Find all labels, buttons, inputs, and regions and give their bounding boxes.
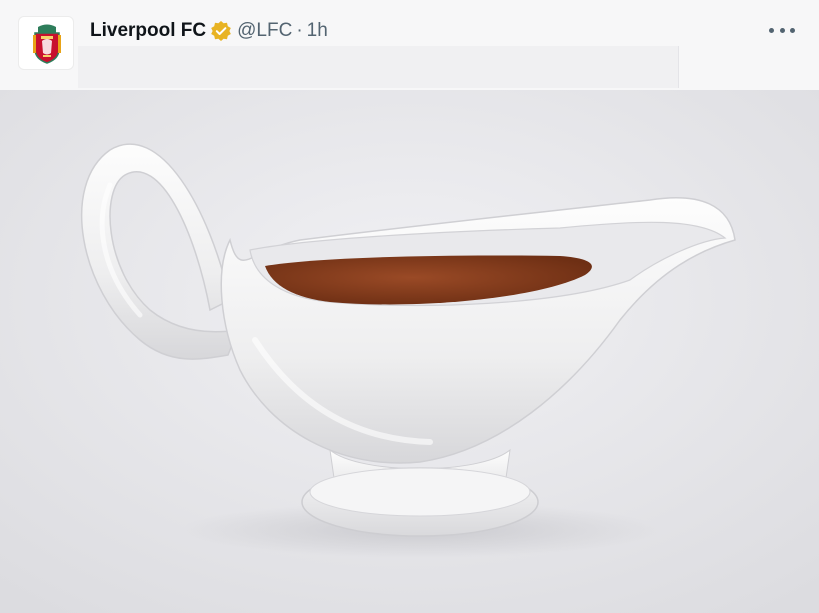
lfc-crest-icon xyxy=(33,24,61,64)
gravy-boat-image xyxy=(0,90,819,613)
post-media[interactable] xyxy=(0,90,819,613)
verified-badge-icon xyxy=(210,20,232,42)
separator-dot: · xyxy=(296,20,303,41)
post-header: Liverpool FC @LFC · 1h xyxy=(0,0,819,90)
post-text-area xyxy=(78,46,679,88)
post-card: Liverpool FC @LFC · 1h xyxy=(0,0,819,613)
avatar[interactable] xyxy=(18,16,74,70)
more-options-button[interactable] xyxy=(769,18,795,42)
more-dot-icon xyxy=(790,27,795,33)
more-dot-icon xyxy=(769,27,774,33)
post-timestamp[interactable]: 1h xyxy=(307,20,328,42)
author-row: Liverpool FC @LFC · 1h xyxy=(90,18,328,44)
author-display-name[interactable]: Liverpool FC xyxy=(90,20,206,42)
more-dot-icon xyxy=(779,27,785,33)
author-handle[interactable]: @LFC xyxy=(237,20,292,42)
